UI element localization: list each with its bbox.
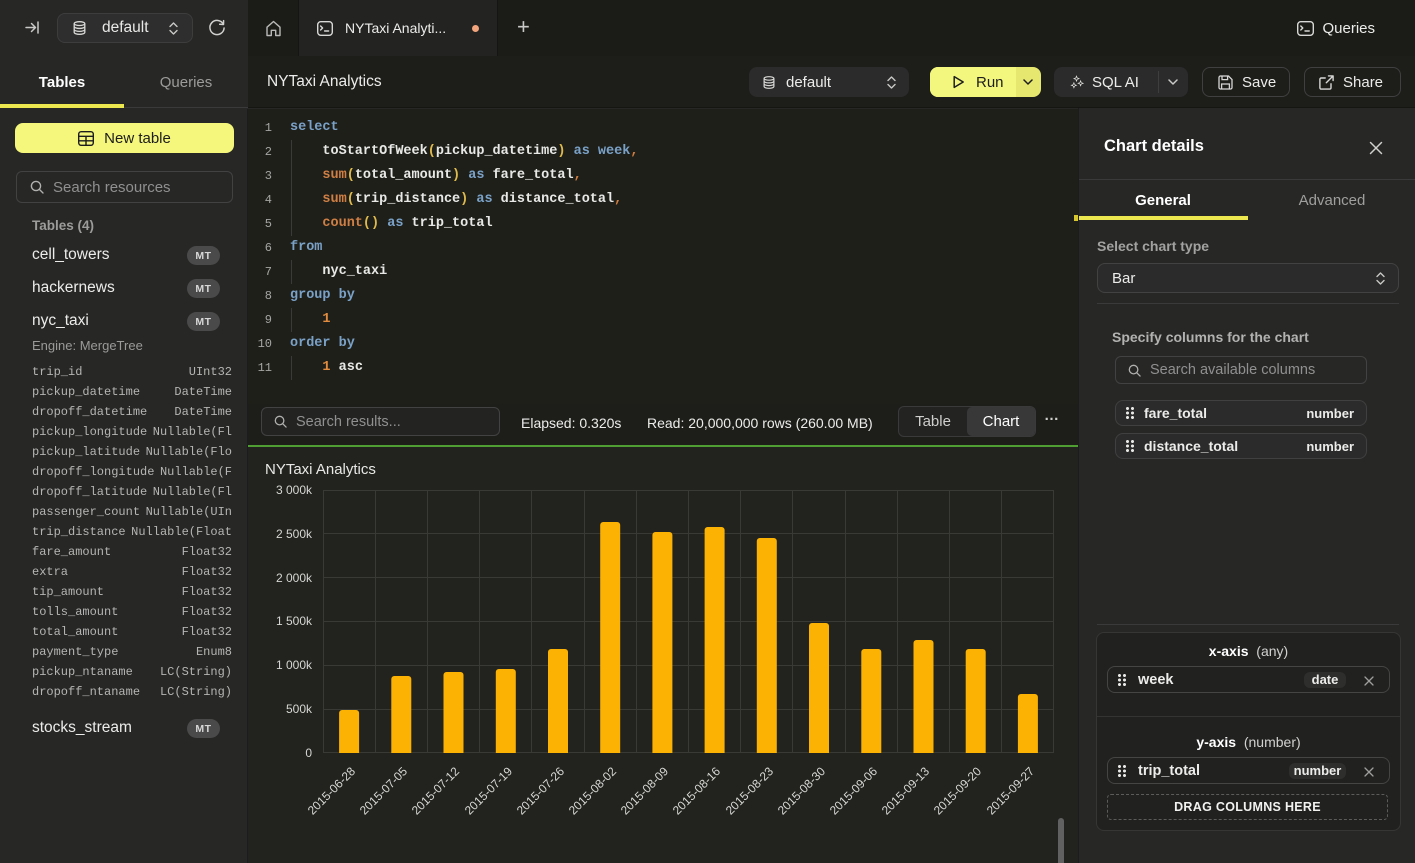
svg-text:2015-08-23: 2015-08-23 (723, 764, 777, 818)
svg-text:2 500k: 2 500k (276, 527, 313, 541)
svg-text:2015-08-30: 2015-08-30 (775, 764, 829, 818)
svg-text:2015-07-05: 2015-07-05 (357, 764, 411, 818)
svg-text:2015-07-26: 2015-07-26 (514, 764, 568, 818)
svg-text:2015-07-12: 2015-07-12 (409, 764, 463, 818)
svg-text:2015-09-27: 2015-09-27 (984, 764, 1038, 818)
svg-text:0: 0 (305, 746, 312, 760)
svg-text:NYTaxi Analytics: NYTaxi Analytics (265, 461, 376, 478)
svg-text:2015-09-13: 2015-09-13 (879, 764, 933, 818)
svg-text:2 000k: 2 000k (276, 571, 313, 585)
svg-text:1 000k: 1 000k (276, 658, 313, 672)
svg-text:2015-08-02: 2015-08-02 (566, 764, 620, 818)
svg-text:1 500k: 1 500k (276, 614, 313, 628)
svg-text:2015-08-09: 2015-08-09 (618, 764, 672, 818)
svg-text:2015-06-28: 2015-06-28 (305, 764, 359, 818)
svg-text:2015-07-19: 2015-07-19 (462, 764, 516, 818)
svg-text:2015-09-20: 2015-09-20 (931, 764, 985, 818)
svg-text:500k: 500k (286, 702, 313, 716)
svg-text:2015-08-16: 2015-08-16 (670, 764, 724, 818)
svg-text:3 000k: 3 000k (276, 483, 313, 497)
svg-text:2015-09-06: 2015-09-06 (827, 764, 881, 818)
